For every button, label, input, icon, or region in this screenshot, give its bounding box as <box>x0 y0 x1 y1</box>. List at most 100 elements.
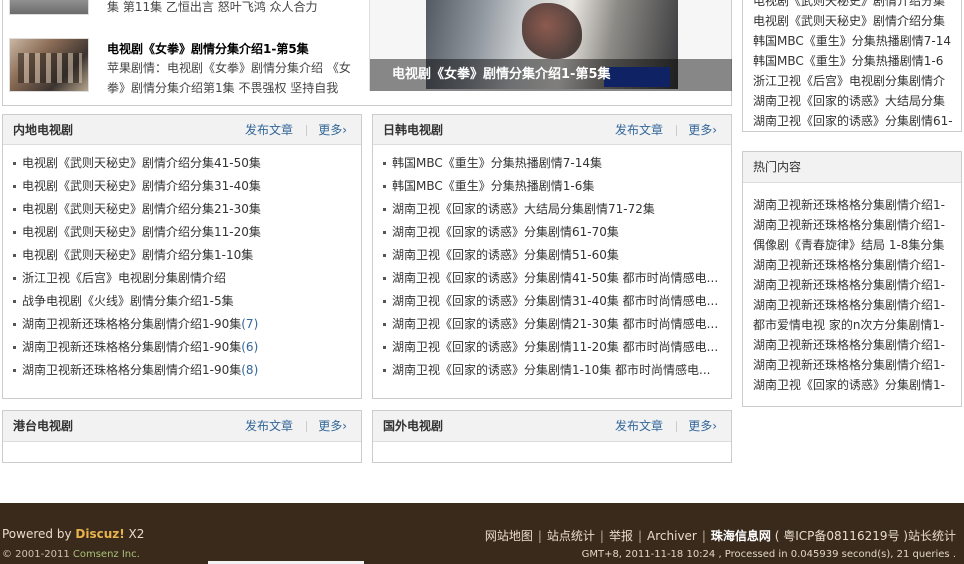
bullet-icon <box>383 254 386 257</box>
article-link[interactable]: 湖南卫视《回家的诱惑》分集剧情1-10集 都市时尚情感电... <box>392 363 711 377</box>
sidebar-link[interactable]: 湖南卫视新还珠格格分集剧情介绍1- <box>753 335 961 355</box>
footer-link[interactable]: Archiver <box>647 529 697 543</box>
list-item[interactable]: 韩国MBC《重生》分集热播剧情7-14集 <box>383 152 723 175</box>
article-link[interactable]: 湖南卫视《回家的诱惑》分集剧情11-20集 都市时尚情感电... <box>392 340 718 354</box>
list-item[interactable]: 战争电视剧《火线》剧情分集介绍1-5集 <box>13 290 353 313</box>
list-item[interactable]: 电视剧《武则天秘史》剧情介绍分集11-20集 <box>13 221 353 244</box>
footer-link[interactable]: 网站地图 <box>485 529 533 543</box>
article-link[interactable]: 韩国MBC《重生》分集热播剧情1-6集 <box>392 179 594 193</box>
article-link[interactable]: 韩国MBC《重生》分集热播剧情7-14集 <box>392 156 602 170</box>
comsenz-link[interactable]: Comsenz Inc. <box>73 549 140 560</box>
list-item[interactable]: 湖南卫视新还珠格格分集剧情介绍1-90集(7) <box>13 313 353 336</box>
more-link[interactable]: 更多› <box>688 115 717 145</box>
article-link[interactable]: 湖南卫视《回家的诱惑》分集剧情31-40集 都市时尚情感电... <box>392 294 718 308</box>
sidebar-link[interactable]: 偶像剧《青春旋律》结局 1-8集分集 <box>753 235 961 255</box>
sidebar-link[interactable]: 韩国MBC《重生》分集热播剧情7-14 <box>753 31 961 51</box>
list-item[interactable]: 电视剧《武则天秘史》剧情介绍分集1-10集 <box>13 244 353 267</box>
list-item[interactable]: 电视剧《武则天秘史》剧情介绍分集31-40集 <box>13 175 353 198</box>
sidebar-link[interactable]: 湖南卫视新还珠格格分集剧情介绍1- <box>753 295 961 315</box>
discuz-link[interactable]: Discuz! <box>75 527 124 541</box>
more-link[interactable]: 更多› <box>318 115 347 145</box>
list-item[interactable]: 湖南卫视新还珠格格分集剧情介绍1-90集(8) <box>13 359 353 382</box>
list-item[interactable]: 湖南卫视《回家的诱惑》分集剧情31-40集 都市时尚情感电... <box>383 290 723 313</box>
more-link[interactable]: 更多› <box>688 411 717 441</box>
footer-link[interactable]: 举报 <box>609 529 633 543</box>
sidebar-link[interactable]: 湖南卫视新还珠格格分集剧情介绍1- <box>753 255 961 275</box>
article-link[interactable]: 湖南卫视新还珠格格分集剧情介绍1-90集 <box>22 317 241 331</box>
post-article-link[interactable]: 发布文章 <box>615 115 663 145</box>
list-item[interactable]: 湖南卫视《回家的诱惑》大结局分集剧情71-72集 <box>383 198 723 221</box>
sidebar-link[interactable]: 韩国MBC《重生》分集热播剧情1-6 <box>753 51 961 71</box>
box-title[interactable]: 内地电视剧 <box>13 115 73 145</box>
article-link[interactable]: 湖南卫视新还珠格格分集剧情介绍1-90集 <box>22 340 241 354</box>
article-link[interactable]: 湖南卫视《回家的诱惑》分集剧情41-50集 都市时尚情感电... <box>392 271 718 285</box>
sidebar-link[interactable]: 电视剧《武则天秘史》剧情介绍分集 <box>753 11 961 31</box>
article-link[interactable]: 湖南卫视《回家的诱惑》分集剧情21-30集 都市时尚情感电... <box>392 317 718 331</box>
list-item[interactable]: 电视剧《武则天秘史》剧情介绍分集21-30集 <box>13 198 353 221</box>
footer-separator: | <box>599 529 604 543</box>
list-item[interactable]: 湖南卫视《回家的诱惑》分集剧情11-20集 都市时尚情感电... <box>383 336 723 359</box>
stats-link[interactable]: 站长统计 <box>908 529 956 543</box>
article-link[interactable]: 电视剧《武则天秘史》剧情介绍分集11-20集 <box>22 225 261 239</box>
featured-thumbnail[interactable] <box>9 38 89 92</box>
footer-link[interactable]: 站点统计 <box>547 529 595 543</box>
site-name-link[interactable]: 珠海信息网 <box>711 529 771 543</box>
article-link[interactable]: 浙江卫视《后宫》电视剧分集剧情介绍 <box>22 271 226 285</box>
featured-title-link[interactable]: 电视剧《女拳》剧情分集介绍1-第5集 <box>107 40 309 57</box>
sidebar-link[interactable]: 湖南卫视新还珠格格分集剧情介绍1- <box>753 355 961 375</box>
list-item[interactable]: 电视剧《武则天秘史》剧情介绍分集41-50集 <box>13 152 353 175</box>
featured-thumbnail[interactable] <box>9 0 89 15</box>
bullet-icon <box>383 346 386 349</box>
list-item[interactable]: 浙江卫视《后宫》电视剧分集剧情介绍 <box>13 267 353 290</box>
slideshow-caption[interactable]: 电视剧《女拳》剧情分集介绍1-第5集 <box>370 59 732 91</box>
powered-by: Powered by Discuz! X2 <box>2 527 144 541</box>
list-item[interactable]: 湖南卫视《回家的诱惑》分集剧情51-60集 <box>383 244 723 267</box>
article-link[interactable]: 湖南卫视《回家的诱惑》分集剧情61-70集 <box>392 225 619 239</box>
article-link[interactable]: 电视剧《武则天秘史》剧情介绍分集1-10集 <box>22 248 253 262</box>
featured-item[interactable]: 电视剧《女拳》剧情分集介绍1-第5集 苹果剧情：电视剧《女拳》剧情分集介绍 《女… <box>9 38 364 95</box>
article-link[interactable]: 湖南卫视《回家的诱惑》分集剧情51-60集 <box>392 248 619 262</box>
article-list: 电视剧《武则天秘史》剧情介绍分集41-50集 电视剧《武则天秘史》剧情介绍分集31… <box>3 145 361 382</box>
sidebar-link[interactable]: 电视剧《武则天秘史》剧情介绍分集 <box>753 0 961 11</box>
list-item[interactable]: 湖南卫视新还珠格格分集剧情介绍1-90集(6) <box>13 336 353 359</box>
box-title[interactable]: 国外电视剧 <box>383 411 443 441</box>
sidebar-title: 热门内容 <box>753 160 802 174</box>
box-title[interactable]: 日韩电视剧 <box>383 115 443 145</box>
article-link[interactable]: 湖南卫视新还珠格格分集剧情介绍1-90集 <box>22 363 241 377</box>
article-link[interactable]: 湖南卫视《回家的诱惑》大结局分集剧情71-72集 <box>392 202 655 216</box>
list-item[interactable]: 湖南卫视《回家的诱惑》分集剧情21-30集 都市时尚情感电... <box>383 313 723 336</box>
list-item[interactable]: 湖南卫视《回家的诱惑》分集剧情61-70集 <box>383 221 723 244</box>
sidebar-link[interactable]: 湖南卫视《回家的诱惑》分集剧情1- <box>753 375 961 395</box>
box-title[interactable]: 港台电视剧 <box>13 411 73 441</box>
sidebar-link[interactable]: 湖南卫视《回家的诱惑》大结局分集 <box>753 91 961 111</box>
article-link[interactable]: 电视剧《武则天秘史》剧情介绍分集31-40集 <box>22 179 261 193</box>
featured-block: 集 第11集 乙恒出言 怒叶飞鸿 众人合力 电视剧《女拳》剧情分集介绍1-第5集… <box>2 0 732 106</box>
sidebar-link[interactable]: 湖南卫视新还珠格格分集剧情介绍1- <box>753 195 961 215</box>
sidebar-link[interactable]: 湖南卫视《回家的诱惑》分集剧情61- <box>753 111 961 131</box>
reply-count: (7) <box>241 317 259 331</box>
article-link[interactable]: 电视剧《武则天秘史》剧情介绍分集21-30集 <box>22 202 261 216</box>
box-header: 港台电视剧 发布文章 更多› <box>3 411 361 442</box>
sidebar-latest: 电视剧《武则天秘史》剧情介绍分集 电视剧《武则天秘史》剧情介绍分集 韩国MBC《重生… <box>742 0 962 132</box>
sidebar-link[interactable]: 浙江卫视《后宫》电视剧分集剧情介 <box>753 71 961 91</box>
article-link[interactable]: 战争电视剧《火线》剧情分集介绍1-5集 <box>22 294 234 308</box>
post-article-link[interactable]: 发布文章 <box>615 411 663 441</box>
icp-link[interactable]: ( 粤ICP备08116219号 ) <box>771 529 908 543</box>
sidebar-link[interactable]: 都市爱情电视 家的n次方分集剧情1- <box>753 315 961 335</box>
list-item[interactable]: 湖南卫视《回家的诱惑》分集剧情41-50集 都市时尚情感电... <box>383 267 723 290</box>
list-item[interactable]: 湖南卫视《回家的诱惑》分集剧情1-10集 都市时尚情感电... <box>383 359 723 382</box>
sidebar-hot: 热门内容 湖南卫视新还珠格格分集剧情介绍1- 湖南卫视新还珠格格分集剧情介绍1- 偶… <box>742 151 962 407</box>
more-link[interactable]: 更多› <box>318 411 347 441</box>
divider <box>306 125 307 136</box>
footer-separator: | <box>701 529 706 543</box>
footer-separator: | <box>537 529 542 543</box>
bullet-icon <box>13 231 16 234</box>
post-article-link[interactable]: 发布文章 <box>245 411 293 441</box>
sidebar-link[interactable]: 湖南卫视新还珠格格分集剧情介绍1- <box>753 275 961 295</box>
sidebar-link[interactable]: 湖南卫视新还珠格格分集剧情介绍1- <box>753 215 961 235</box>
footer: Powered by Discuz! X2 © 2001-2011 Comsen… <box>0 503 964 564</box>
list-item[interactable]: 韩国MBC《重生》分集热播剧情1-6集 <box>383 175 723 198</box>
post-article-link[interactable]: 发布文章 <box>245 115 293 145</box>
slideshow[interactable]: 电视剧《女拳》剧情分集介绍1-第5集 <box>369 0 732 91</box>
article-link[interactable]: 电视剧《武则天秘史》剧情介绍分集41-50集 <box>22 156 261 170</box>
